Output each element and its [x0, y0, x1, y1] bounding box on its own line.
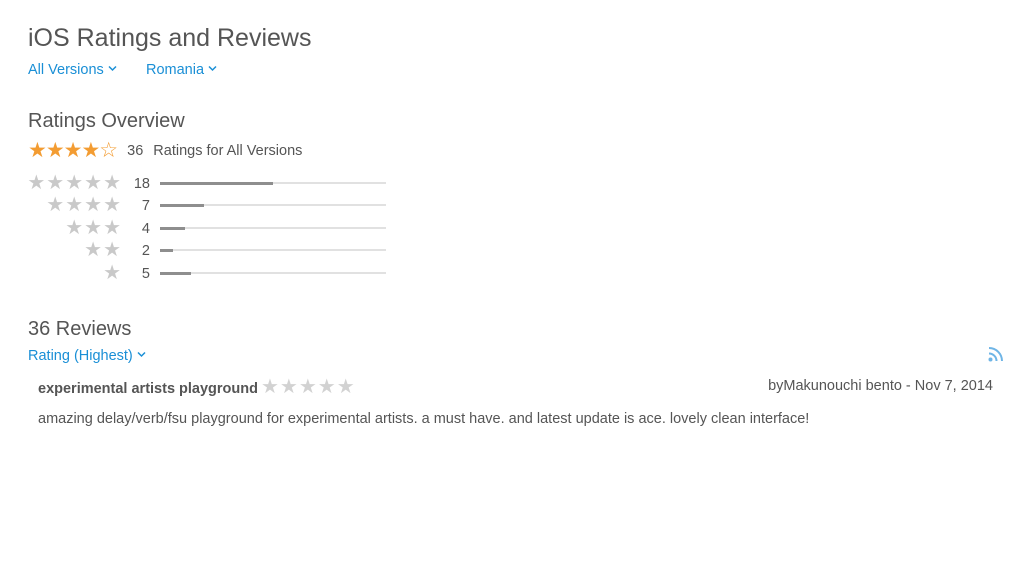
ratings-total-count: 36 [127, 143, 144, 159]
histogram-bar-fill-5 [160, 181, 273, 185]
review-body: amazing delay/verb/fsu playground for ex… [38, 411, 810, 427]
histogram-bar-fill-1 [160, 271, 191, 275]
histogram-row-5-stars: ★★★★★ [0, 172, 122, 194]
chevron-down-icon [108, 65, 117, 72]
review-title: experimental artists playground [38, 381, 258, 397]
average-rating-row: ★★★★☆ 36 Ratings for All Versions [28, 140, 302, 162]
rss-feed-icon[interactable] [988, 346, 1004, 362]
country-filter[interactable]: Romania [146, 62, 217, 78]
page-title: iOS Ratings and Reviews [28, 24, 312, 52]
histogram-bar-track-5 [160, 181, 386, 185]
sort-filter[interactable]: Rating (Highest) [28, 348, 146, 364]
histogram-row-4-stars: ★★★★ [0, 194, 122, 216]
histogram-count-2: 2 [141, 243, 150, 259]
histogram-bar-fill-3 [160, 226, 185, 230]
histogram-bar-fill-4 [160, 203, 204, 207]
version-filter-label: All Versions [28, 62, 104, 78]
histogram-stars-1: ★ [103, 262, 122, 284]
histogram-stars-4: ★★★★ [46, 194, 122, 216]
histogram-bar-track-2 [160, 248, 386, 252]
histogram-row-2-stars: ★★ [0, 239, 122, 261]
average-rating-stars: ★★★★☆ [28, 139, 118, 162]
histogram-bar-track-3 [160, 226, 386, 230]
histogram-count-4: 7 [141, 198, 150, 214]
chevron-down-icon [208, 65, 217, 72]
review-author-date: byMakunouchi bento - Nov 7, 2014 [768, 378, 993, 394]
histogram-count-1: 5 [141, 266, 150, 282]
histogram-stars-2: ★★ [84, 239, 122, 261]
chevron-down-icon [137, 351, 146, 358]
histogram-stars-5: ★★★★★ [27, 172, 122, 194]
ratings-overview-heading: Ratings Overview [28, 110, 185, 132]
version-filter[interactable]: All Versions [28, 62, 117, 78]
review-stars: ★★★★★ [261, 376, 356, 398]
histogram-bar-fill-2 [160, 248, 173, 252]
histogram-bar-track-4 [160, 203, 386, 207]
histogram-count-3: 4 [141, 221, 150, 237]
reviews-heading: 36 Reviews [28, 318, 132, 340]
histogram-row-1-star: ★ [0, 262, 122, 284]
sort-filter-label: Rating (Highest) [28, 348, 133, 364]
histogram-row-3-stars: ★★★ [0, 217, 122, 239]
histogram-stars-3: ★★★ [65, 217, 122, 239]
ratings-total-label: Ratings for All Versions [153, 143, 303, 159]
country-filter-label: Romania [146, 62, 205, 78]
histogram-count-5: 18 [133, 176, 150, 192]
histogram-bar-track-1 [160, 271, 386, 275]
